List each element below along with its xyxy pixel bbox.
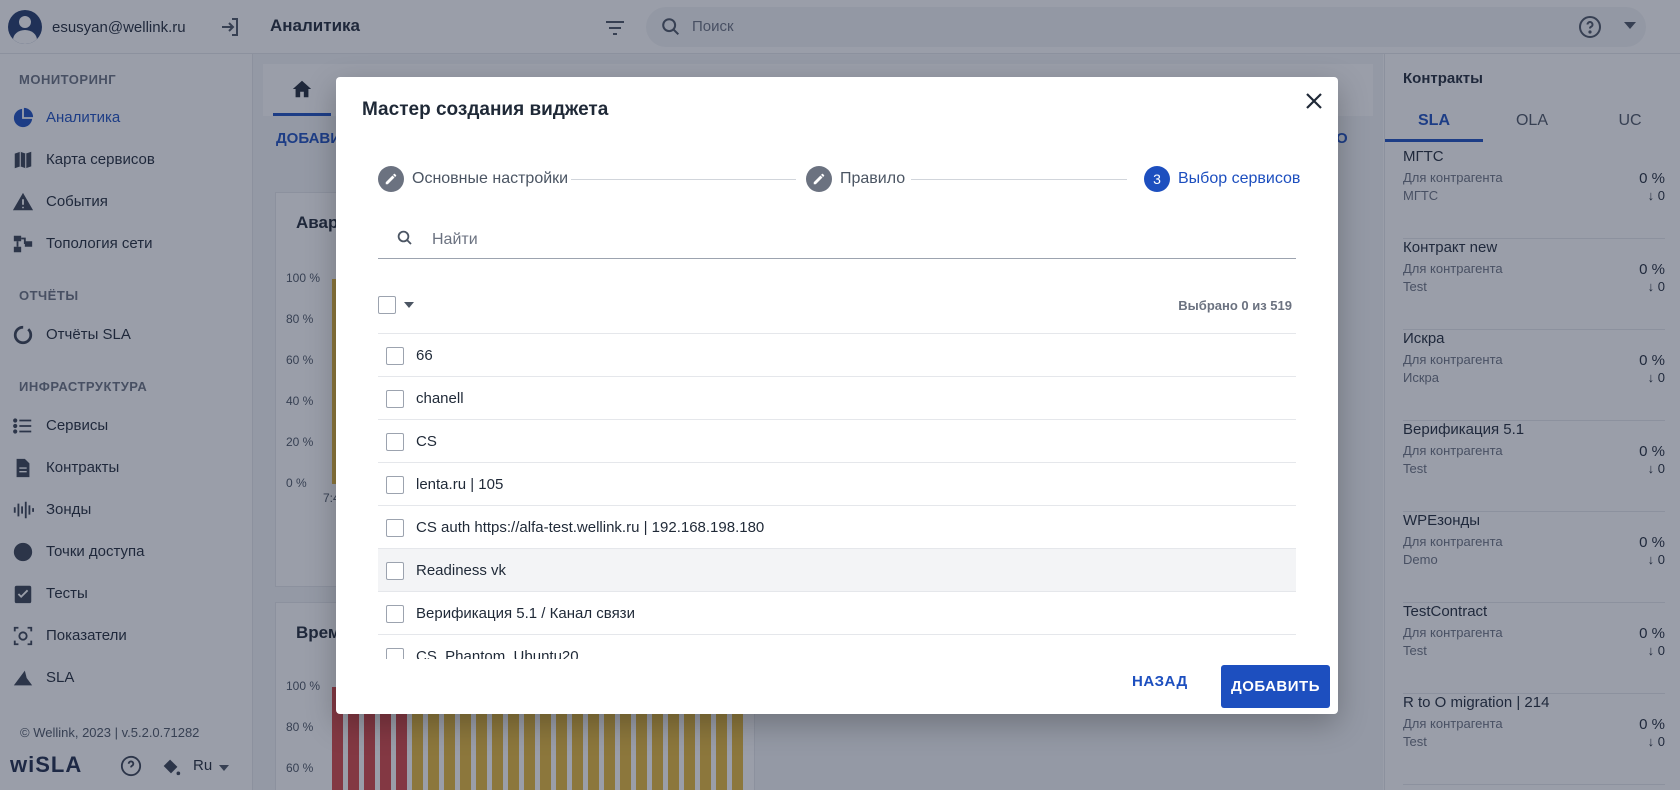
service-checkbox[interactable] <box>386 562 404 580</box>
close-icon <box>1306 93 1322 109</box>
step-service-selection: 3 Выбор сервисов <box>1144 166 1300 192</box>
service-search <box>378 222 1296 259</box>
step-label: Выбор сервисов <box>1178 170 1301 187</box>
service-row[interactable]: CS <box>378 420 1296 463</box>
service-checkbox[interactable] <box>386 390 404 408</box>
step-label: Основные настройки <box>412 170 569 187</box>
service-row[interactable]: CS auth https://alfa-test.wellink.ru | 1… <box>378 506 1296 549</box>
dialog-title: Мастер создания виджета <box>362 99 609 120</box>
service-checkbox[interactable] <box>386 433 404 451</box>
list-header: Выбрано 0 из 519 <box>378 294 1296 334</box>
search-input[interactable] <box>432 226 1272 254</box>
service-label: CS_Phantom_Ubuntu20 <box>416 648 579 659</box>
step-connector <box>911 179 1127 180</box>
service-row[interactable]: 66 <box>378 334 1296 377</box>
service-row[interactable]: CS_Phantom_Ubuntu20 <box>378 635 1296 659</box>
service-checkbox[interactable] <box>386 605 404 623</box>
service-label: lenta.ru | 105 <box>416 476 504 493</box>
step-number: 3 <box>1144 166 1170 192</box>
service-label: 66 <box>416 347 433 364</box>
service-checkbox[interactable] <box>386 476 404 494</box>
step-basic-settings: Основные настройки <box>378 166 568 192</box>
widget-wizard-dialog: Мастер создания виджета Основные настрой… <box>336 77 1338 714</box>
service-row[interactable]: chanell <box>378 377 1296 420</box>
service-row[interactable]: lenta.ru | 105 <box>378 463 1296 506</box>
service-checkbox[interactable] <box>386 648 404 659</box>
pencil-icon <box>378 166 404 192</box>
search-icon <box>397 230 412 245</box>
chevron-down-icon[interactable] <box>404 302 414 308</box>
add-button[interactable]: ДОБАВИТЬ <box>1221 665 1330 708</box>
service-list[interactable]: 66 chanell CS lenta.ru | 105 CS auth https:/… <box>378 334 1296 659</box>
service-checkbox[interactable] <box>386 347 404 365</box>
step-rule: Правило <box>806 166 905 192</box>
step-label: Правило <box>840 170 906 187</box>
service-label: Readiness vk <box>416 562 507 579</box>
pencil-icon <box>806 166 832 192</box>
selection-count: Выбрано 0 из 519 <box>1178 298 1292 313</box>
service-label: CS <box>416 433 437 450</box>
close-button[interactable] <box>1300 87 1328 115</box>
service-row[interactable]: Readiness vk <box>378 549 1296 592</box>
service-label: Верификация 5.1 / Канал связи <box>416 605 635 622</box>
service-label: CS auth https://alfa-test.wellink.ru | 1… <box>416 519 765 536</box>
step-connector <box>571 179 796 180</box>
service-checkbox[interactable] <box>386 519 404 537</box>
back-button[interactable]: НАЗАД <box>1132 667 1188 697</box>
service-label: chanell <box>416 390 464 407</box>
select-all-checkbox[interactable] <box>378 296 396 314</box>
service-row[interactable]: Верификация 5.1 / Канал связи <box>378 592 1296 635</box>
